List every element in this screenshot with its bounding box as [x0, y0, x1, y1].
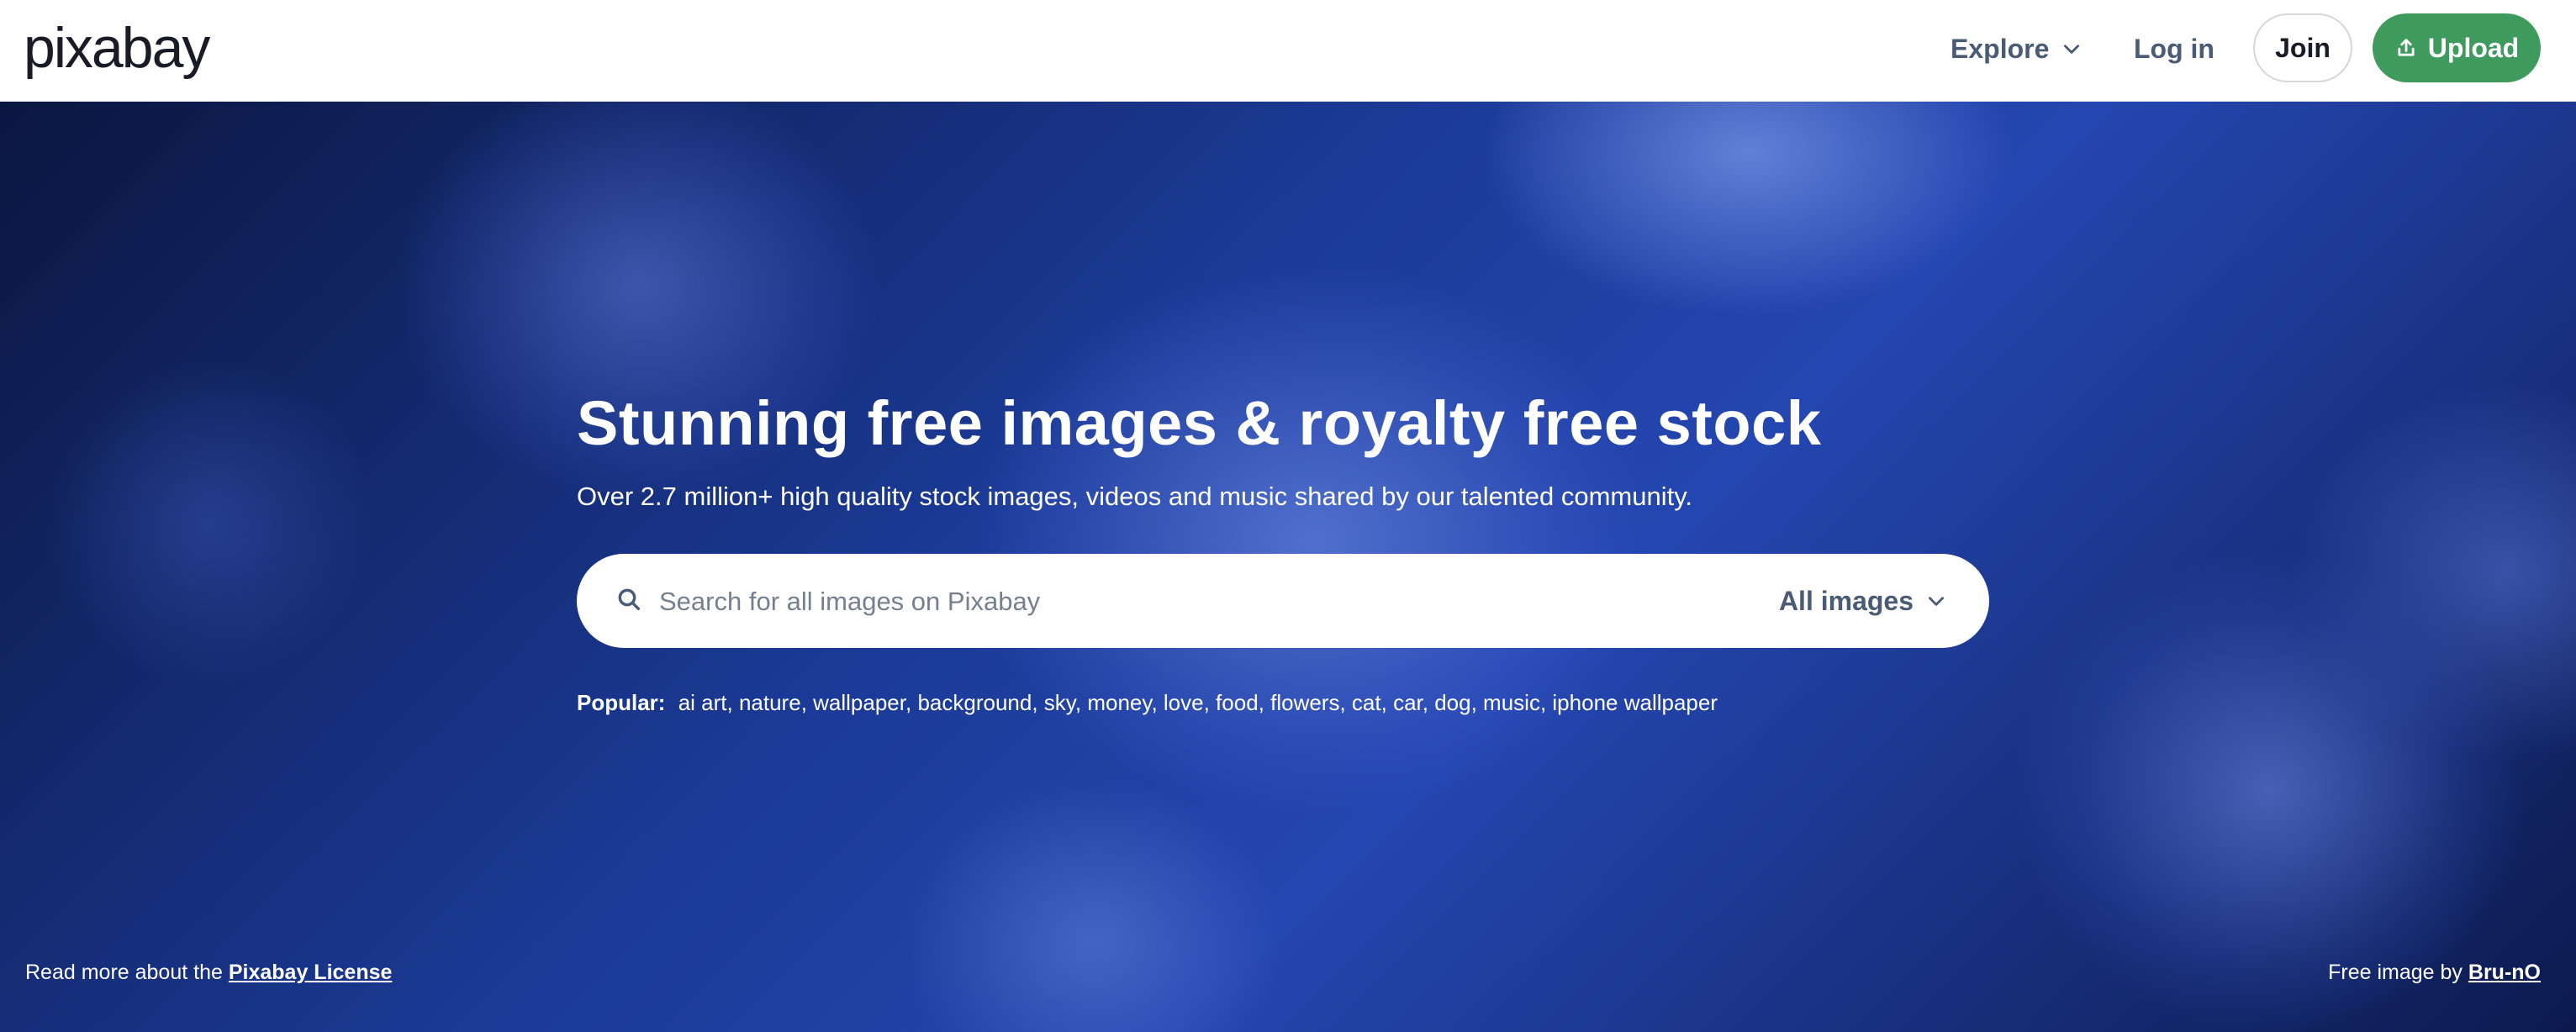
explore-label: Explore [1950, 33, 2050, 64]
login-link[interactable]: Log in [2134, 25, 2214, 72]
popular-tag[interactable]: nature [739, 690, 801, 715]
upload-icon [2398, 39, 2415, 56]
popular-tag[interactable]: wallpaper [813, 690, 905, 715]
image-credit: Free image by Bru-nO [2328, 961, 2541, 985]
upload-button[interactable]: Upload [2373, 13, 2541, 82]
popular-tag[interactable]: background [917, 690, 1032, 715]
popular-tag[interactable]: love [1164, 690, 1204, 715]
chevron-down-icon [2064, 45, 2080, 54]
site-header: pixabay Explore Log in Join Upload [0, 0, 2576, 102]
popular-label: Popular: [577, 690, 666, 715]
license-prefix: Read more about the [25, 961, 223, 984]
search-input[interactable] [657, 576, 1653, 628]
upload-label: Upload [2427, 32, 2520, 63]
media-type-select[interactable]: All images [1779, 576, 1947, 626]
hero-section: Stunning free images & royalty free stoc… [0, 102, 2576, 1032]
popular-tag[interactable]: sky [1044, 690, 1075, 715]
license-link[interactable]: Pixabay License [229, 961, 393, 984]
popular-searches: Popular: ai art, nature, wallpaper, back… [577, 690, 1718, 715]
popular-tag[interactable]: dog [1434, 690, 1470, 715]
join-button[interactable]: Join [2253, 13, 2352, 82]
popular-tag[interactable]: food [1216, 690, 1259, 715]
popular-tag[interactable]: iphone wallpaper [1552, 690, 1718, 715]
credit-prefix: Free image by [2328, 961, 2463, 984]
credit-author-link[interactable]: Bru-nO [2468, 961, 2541, 984]
chevron-down-icon [1929, 597, 1944, 606]
explore-menu-button[interactable]: Explore [1950, 25, 2082, 72]
hero-subtitle: Over 2.7 million+ high quality stock ima… [577, 482, 1693, 511]
search-icon[interactable] [615, 586, 642, 613]
media-type-selected: All images [1778, 585, 1914, 616]
popular-tag[interactable]: car [1393, 690, 1423, 715]
pixabay-logo[interactable]: pixabay [24, 17, 210, 79]
search-bar: All images [577, 554, 1989, 648]
license-note: Read more about the Pixabay License [25, 961, 392, 985]
popular-tag[interactable]: money [1087, 690, 1151, 715]
popular-tag[interactable]: ai art [678, 690, 727, 715]
popular-tag[interactable]: flowers [1270, 690, 1339, 715]
popular-tag[interactable]: cat [1352, 690, 1381, 715]
hero-title: Stunning free images & royalty free stoc… [577, 388, 1822, 458]
popular-tag[interactable]: music [1483, 690, 1540, 715]
